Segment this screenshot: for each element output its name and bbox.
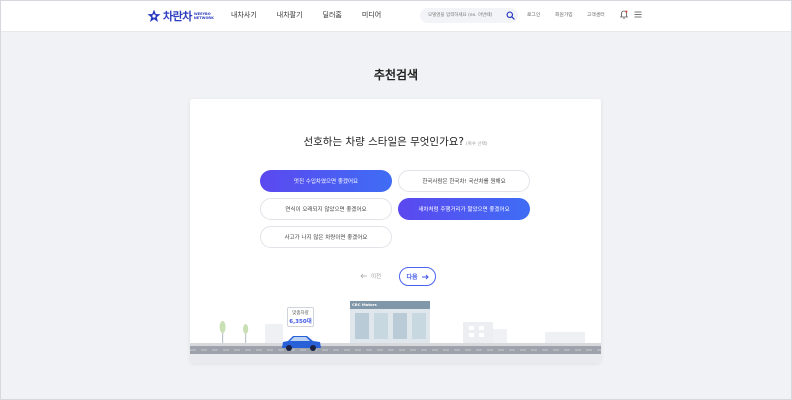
prev-button[interactable]: 이전 (360, 272, 381, 280)
street-illustration: CRC Motors 맞춤차량 6,350대 (190, 297, 601, 363)
next-label: 다음 (406, 274, 418, 281)
support-link[interactable]: 고객센터 (587, 11, 605, 18)
question-heading: 선호하는 차량 스타일은 무엇인가요? (복수 선택) (190, 134, 601, 149)
page-title: 추천검색 (373, 68, 419, 82)
next-button[interactable]: 다음 (399, 267, 436, 286)
option-imported-car[interactable]: 멋진 수입차였으면 좋겠어요 (260, 170, 392, 192)
nav-item-buy[interactable]: 내차사기 (231, 10, 257, 20)
arrow-right-icon (421, 274, 429, 279)
recommend-card: 선호하는 차량 스타일은 무엇인가요? (복수 선택) 멋진 수입차였으면 좋겠어… (190, 99, 601, 363)
badge-count: 6,350대 (289, 319, 312, 325)
question-text: 선호하는 차량 스타일은 무엇인가요? (303, 136, 464, 148)
question-hint: (복수 선택) (465, 142, 488, 147)
main-nav: 내차사기 내차팔기 딜러홈 미디어 (231, 10, 401, 20)
hamburger-menu-icon[interactable] (634, 11, 642, 18)
signup-link[interactable]: 회원가입 (555, 11, 573, 18)
prev-label: 이전 (371, 274, 382, 280)
bell-icon[interactable] (620, 10, 628, 19)
logo-subtext: WEEYBO NETWORK (193, 12, 214, 20)
login-link[interactable]: 로그인 (527, 11, 540, 18)
search-box (420, 8, 518, 23)
option-domestic-car[interactable]: 한국사람은 한국차! 국산차를 원해요 (398, 170, 530, 192)
street-scene (190, 301, 601, 363)
match-count-badge: 맞춤차량 6,350대 (287, 307, 314, 327)
logo[interactable]: 차란차 WEEYBO NETWORK (147, 8, 218, 24)
building-sign: CRC Motors (352, 302, 377, 307)
nav-item-sell[interactable]: 내차팔기 (277, 10, 303, 20)
badge-label: 맞춤차량 (292, 311, 309, 316)
option-no-accident[interactable]: 사고가 나지 않은 차량이면 좋겠어요 (260, 226, 392, 248)
nav-item-media[interactable]: 미디어 (362, 10, 381, 20)
search-icon[interactable] (506, 11, 515, 20)
star-logo-icon (147, 9, 161, 22)
option-low-mileage[interactable]: 새차처럼 주행거리가 짧았으면 좋겠어요 (398, 198, 530, 220)
arrow-left-icon (360, 273, 367, 279)
option-recent-year[interactable]: 연식이 오래되지 않았으면 좋겠어요 (260, 198, 392, 220)
logo-text: 차란차 (163, 10, 192, 23)
search-input[interactable] (428, 11, 504, 20)
nav-item-dealer[interactable]: 딜러홈 (323, 10, 342, 20)
top-header: 차란차 WEEYBO NETWORK 내차사기 내차팔기 딜러홈 미디어 로그인… (0, 0, 792, 32)
